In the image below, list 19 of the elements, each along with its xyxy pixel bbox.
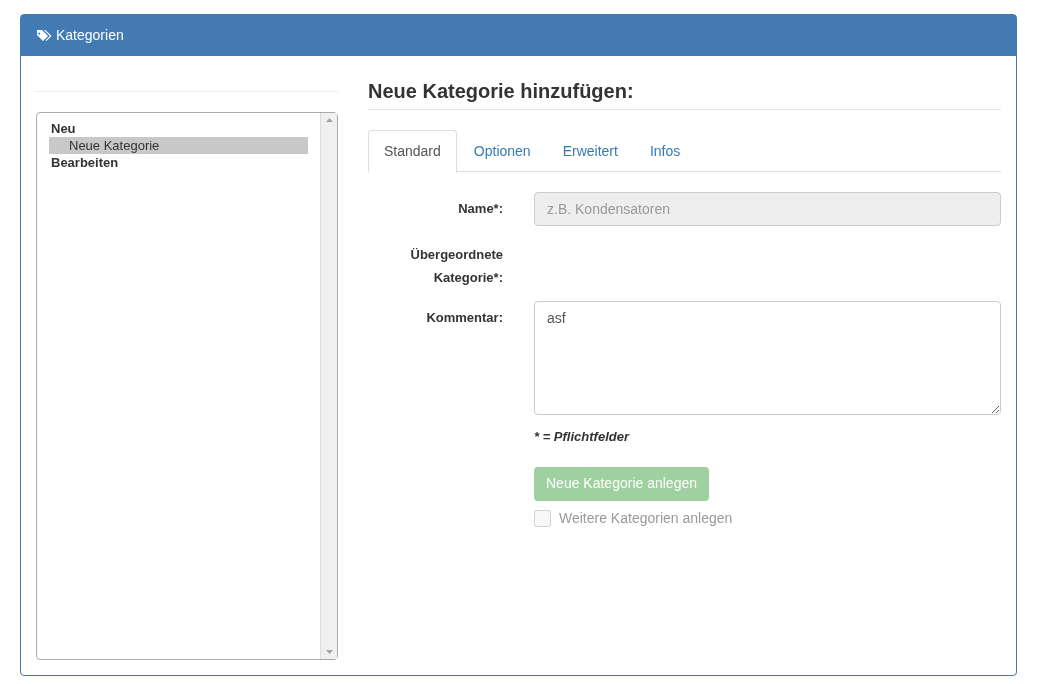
panel-title: Kategorien xyxy=(56,26,124,45)
required-note: * = Pflichtfelder xyxy=(534,428,631,446)
checkbox-label: Weitere Kategorien anlegen xyxy=(559,508,733,528)
tab[interactable]: Erweitert xyxy=(547,130,633,172)
scroll-down-icon[interactable] xyxy=(325,650,333,654)
comment-field[interactable]: asf xyxy=(534,301,1001,415)
field-label: Übergeordnete Kategorie*: xyxy=(409,246,503,287)
tree-item[interactable]: Neue Kategorie xyxy=(49,137,308,154)
tab[interactable]: Optionen xyxy=(458,130,546,172)
scrollbar[interactable] xyxy=(320,113,337,659)
field-label: Kommentar: xyxy=(425,309,503,327)
tab[interactable]: Infos xyxy=(634,130,696,172)
tab[interactable]: Standard xyxy=(368,130,457,173)
scroll-up-icon[interactable] xyxy=(325,118,333,122)
field-label: Name*: xyxy=(457,200,503,218)
tree-item[interactable]: Bearbeiten xyxy=(49,154,308,171)
tree-item[interactable]: Neu xyxy=(49,120,308,137)
tags-icon xyxy=(36,29,52,42)
form-heading: Neue Kategorie hinzufügen: xyxy=(368,76,1001,110)
